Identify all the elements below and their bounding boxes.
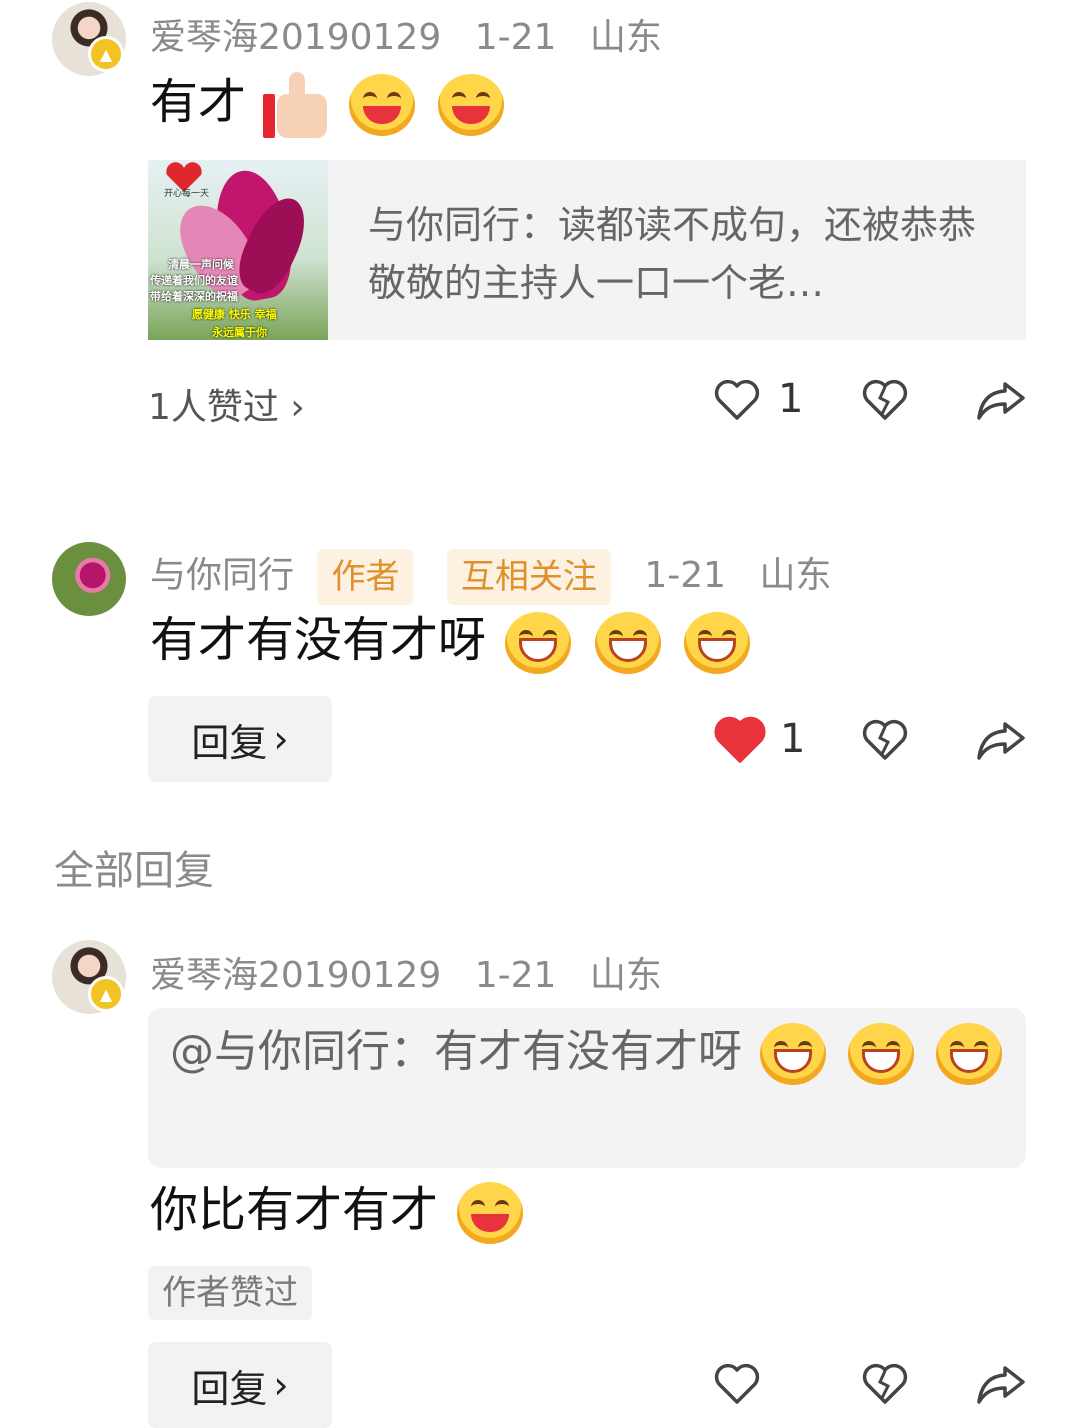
username[interactable]: 爱琴海20190129 xyxy=(150,955,441,996)
share-icon[interactable] xyxy=(975,1362,1027,1406)
comment-text: 有才 xyxy=(150,70,508,138)
image-caption: 愿健康 快乐 幸福 xyxy=(192,308,277,321)
dislike-broken-heart-icon[interactable] xyxy=(861,718,909,762)
comment-date: 1-21 xyxy=(474,955,557,996)
chevron-right-icon: › xyxy=(290,387,305,428)
reply-button[interactable]: 回复 › xyxy=(148,696,332,782)
comment-text: 有才有没有才呀 xyxy=(150,608,754,674)
comment-date: 1-21 xyxy=(474,17,557,58)
author-liked-badge: 作者赞过 xyxy=(148,1266,312,1320)
comment-text: 你比有才有才 xyxy=(150,1178,527,1244)
author-tag: 作者 xyxy=(317,549,414,605)
grinning-face-icon xyxy=(936,1023,1002,1085)
like-heart-icon[interactable] xyxy=(713,1362,761,1406)
comment-location: 山东 xyxy=(759,555,832,596)
level-badge-icon: ▲ xyxy=(88,976,124,1012)
quoted-body: @与你同行：有才有没有才呀 xyxy=(170,1026,742,1077)
image-caption: 开心每一天 xyxy=(164,189,210,199)
chevron-right-icon: › xyxy=(273,1363,289,1407)
username[interactable]: 与你同行 xyxy=(150,555,294,596)
grinning-face-icon xyxy=(505,612,572,674)
dislike-broken-heart-icon[interactable] xyxy=(861,1362,909,1406)
grinning-face-icon xyxy=(848,1023,914,1085)
avatar[interactable] xyxy=(52,542,126,616)
laughing-face-icon xyxy=(348,74,415,136)
thumbs-up-icon xyxy=(261,72,329,138)
laughing-face-icon xyxy=(457,1182,524,1244)
chevron-right-icon: › xyxy=(273,717,289,761)
comment-date: 1-21 xyxy=(644,555,727,596)
image-caption: 清晨一声问候 xyxy=(168,258,234,271)
shared-post-text: 与你同行：读都读不成句，还被恭恭敬敬的主持人一口一个老… xyxy=(368,203,977,305)
quoted-comment[interactable]: @与你同行：有才有没有才呀 xyxy=(148,1008,1026,1168)
like-count: 1 xyxy=(780,716,806,762)
all-replies-title: 全部回复 xyxy=(54,848,214,894)
quoted-text: @与你同行：有才有没有才呀 xyxy=(170,1020,1010,1085)
mutual-follow-tag: 互相关注 xyxy=(446,549,611,605)
comment-location: 山东 xyxy=(589,17,662,58)
comment-location: 山东 xyxy=(589,955,662,996)
like-count: 1 xyxy=(778,376,804,422)
like-heart-icon[interactable] xyxy=(713,378,761,422)
shared-post-thumbnail: 开心每一天 清晨一声问候 传递着我们的友谊 带给着深深的祝福 愿健康 快乐 幸福… xyxy=(148,160,328,340)
likes-summary: 1人赞过 xyxy=(148,387,279,428)
reply-label: 回复 xyxy=(191,1366,268,1411)
likes-summary-link[interactable]: 1人赞过 › xyxy=(148,378,305,430)
shared-post-card[interactable]: 开心每一天 清晨一声问候 传递着我们的友谊 带给着深深的祝福 愿健康 快乐 幸福… xyxy=(148,160,1026,340)
comment-body: 有才 xyxy=(150,74,247,130)
liked-heart-icon[interactable] xyxy=(712,714,768,766)
grinning-face-icon xyxy=(594,612,661,674)
comment-meta: 爱琴海20190129 1-21 山东 xyxy=(150,946,684,998)
comment-meta: 与你同行 作者 互相关注 1-21 山东 xyxy=(150,546,854,605)
dislike-broken-heart-icon[interactable] xyxy=(861,378,909,422)
reply-button[interactable]: 回复 › xyxy=(148,1342,332,1428)
reply-label: 回复 xyxy=(191,720,268,765)
image-caption: 传递着我们的友谊 xyxy=(150,274,238,287)
comment-body: 有才有没有才呀 xyxy=(150,612,487,668)
comment-body: 你比有才有才 xyxy=(150,1182,439,1238)
laughing-face-icon xyxy=(437,74,504,136)
share-icon[interactable] xyxy=(975,378,1027,422)
grinning-face-icon xyxy=(683,612,750,674)
image-caption: 带给着深深的祝福 xyxy=(150,290,238,303)
comment-meta: 爱琴海20190129 1-21 山东 xyxy=(150,8,684,60)
level-badge-icon: ▲ xyxy=(88,36,124,72)
username[interactable]: 爱琴海20190129 xyxy=(150,17,441,58)
image-caption: 永远属于你 xyxy=(212,326,267,339)
grinning-face-icon xyxy=(760,1023,826,1085)
share-icon[interactable] xyxy=(975,718,1027,762)
